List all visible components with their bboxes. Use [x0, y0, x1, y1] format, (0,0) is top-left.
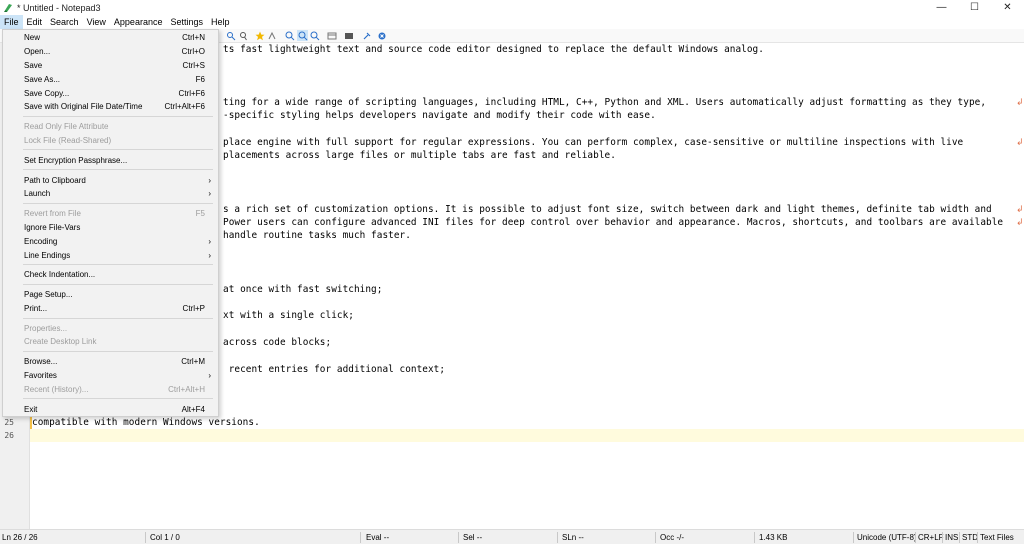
- notepad3-window: * Untitled - Notepad3 — ☐ ✕ File Edit Se…: [0, 0, 1024, 544]
- menu-item-path-to-clipboard[interactable]: Path to Clipboard ›: [3, 174, 218, 187]
- status-line-endings[interactable]: CR+LF: [918, 530, 944, 544]
- zoom-reset-icon[interactable]: [297, 30, 308, 41]
- menu-item-line-endings[interactable]: Line Endings ›: [3, 249, 218, 262]
- line-number: 26: [4, 431, 14, 440]
- status-bar: Ln 26 / 26 Col 1 / 0 Eval -- Sel -- SLn …: [0, 529, 1024, 544]
- text-line: across code blocks;: [223, 337, 332, 348]
- text-line: recent entries for additional context;: [223, 364, 446, 375]
- status-column[interactable]: Col 1 / 0: [150, 530, 180, 544]
- submenu-arrow-icon: ›: [208, 176, 211, 185]
- status-std[interactable]: STD: [962, 530, 978, 544]
- menu-item-encryption[interactable]: Set Encryption Passphrase...: [3, 154, 218, 167]
- goto-icon[interactable]: [237, 30, 248, 41]
- exit-icon[interactable]: [376, 30, 387, 41]
- line-number: 25: [4, 418, 14, 427]
- status-selection[interactable]: Sel --: [463, 530, 482, 544]
- zoom-in-icon[interactable]: [284, 30, 295, 41]
- menu-item-exit[interactable]: Exit Alt+F4: [3, 403, 218, 416]
- scheme-icon[interactable]: [326, 30, 337, 41]
- menu-item-read-only[interactable]: Read Only File Attribute: [3, 120, 218, 133]
- minimize-button[interactable]: —: [925, 0, 958, 15]
- menu-item-ignore-file-vars[interactable]: Ignore File-Vars: [3, 221, 218, 234]
- menu-separator: [23, 351, 213, 352]
- title-bar: * Untitled - Notepad3 — ☐ ✕: [0, 0, 1024, 15]
- menu-item-save-original-date[interactable]: Save with Original File Date/Time Ctrl+Al…: [3, 100, 218, 113]
- menu-separator: [23, 149, 213, 150]
- status-occurrences[interactable]: Occ -/-: [660, 530, 684, 544]
- text-line: Power users can configure advanced INI f…: [223, 217, 1004, 228]
- menu-item-desktop-link[interactable]: Create Desktop Link: [3, 335, 218, 348]
- menu-item-launch[interactable]: Launch ›: [3, 187, 218, 200]
- menu-item-save[interactable]: Save Ctrl+S: [3, 59, 218, 72]
- current-line-highlight: [30, 429, 1024, 443]
- menu-separator: [23, 169, 213, 170]
- menu-item-check-indentation[interactable]: Check Indentation...: [3, 268, 218, 281]
- wrap-indicator-icon: ↲: [1016, 204, 1024, 214]
- text-line: xt with a single click;: [223, 310, 354, 321]
- menu-separator: [23, 284, 213, 285]
- menu-separator: [23, 116, 213, 117]
- menu-edit[interactable]: Edit: [23, 15, 47, 29]
- menu-view[interactable]: View: [83, 15, 110, 29]
- menu-item-recent[interactable]: Recent (History)... Ctrl+Alt+H: [3, 383, 218, 396]
- menu-item-encoding[interactable]: Encoding ›: [3, 235, 218, 248]
- menu-item-open[interactable]: Open... Ctrl+O: [3, 45, 218, 58]
- menu-item-favorites[interactable]: Favorites ›: [3, 369, 218, 382]
- favorite-star-icon[interactable]: [254, 30, 265, 41]
- text-line: placements across large files or multipl…: [223, 150, 616, 161]
- replace-icon[interactable]: [225, 30, 236, 41]
- zoom-out-icon[interactable]: [309, 30, 320, 41]
- submenu-arrow-icon: ›: [208, 189, 211, 198]
- close-button[interactable]: ✕: [991, 0, 1024, 15]
- submenu-arrow-icon: ›: [208, 251, 211, 260]
- window-title: * Untitled - Notepad3: [17, 2, 101, 13]
- menu-separator: [23, 398, 213, 399]
- status-line[interactable]: Ln 26 / 26: [2, 530, 38, 544]
- wrap-indicator-icon: ↲: [1016, 217, 1024, 227]
- status-encoding[interactable]: Unicode (UTF-8): [857, 530, 917, 544]
- menu-search[interactable]: Search: [46, 15, 83, 29]
- menu-appearance[interactable]: Appearance: [110, 15, 167, 29]
- text-line: s a rich set of customization options. I…: [223, 204, 992, 215]
- file-menu-dropdown: New Ctrl+N Open... Ctrl+O Save Ctrl+S Save …: [2, 29, 219, 417]
- wrap-indicator-icon: ↲: [1016, 137, 1024, 147]
- pin-icon[interactable]: [361, 30, 372, 41]
- text-line: compatible with modern Windows versions.: [32, 417, 260, 428]
- menu-item-browse[interactable]: Browse... Ctrl+M: [3, 355, 218, 368]
- menu-item-page-setup[interactable]: Page Setup...: [3, 288, 218, 301]
- text-line: place engine with full support for regul…: [223, 137, 964, 148]
- submenu-arrow-icon: ›: [208, 371, 211, 380]
- wrap-indicator-icon: ↲: [1016, 97, 1024, 107]
- text-line: -specific styling helps developers navig…: [223, 110, 656, 121]
- status-selected-lines[interactable]: SLn --: [562, 530, 584, 544]
- status-file-type[interactable]: Text Files: [980, 530, 1014, 544]
- menu-item-lock-file[interactable]: Lock File (Read-Shared): [3, 134, 218, 147]
- maximize-button[interactable]: ☐: [958, 0, 991, 15]
- menu-item-properties[interactable]: Properties...: [3, 322, 218, 335]
- text-line: ting for a wide range of scripting langu…: [223, 97, 987, 108]
- menu-file[interactable]: File: [0, 15, 23, 29]
- menu-item-revert[interactable]: Revert from File F5: [3, 207, 218, 220]
- status-eval[interactable]: Eval --: [366, 530, 389, 544]
- menu-item-save-as[interactable]: Save As... F6: [3, 73, 218, 86]
- menu-settings[interactable]: Settings: [166, 15, 207, 29]
- menu-separator: [23, 203, 213, 204]
- notepad3-logo-icon: [4, 3, 12, 12]
- word-wrap-icon[interactable]: [266, 30, 277, 41]
- menu-separator: [23, 264, 213, 265]
- status-file-size: 1.43 KB: [759, 533, 788, 542]
- menu-separator: [23, 318, 213, 319]
- menu-item-print[interactable]: Print... Ctrl+P: [3, 302, 218, 315]
- text-line: at once with fast switching;: [223, 284, 383, 295]
- submenu-arrow-icon: ›: [208, 237, 211, 246]
- menu-item-save-copy[interactable]: Save Copy... Ctrl+F6: [3, 87, 218, 100]
- text-line: ts fast lightweight text and source code…: [223, 44, 764, 55]
- text-line: handle routine tasks much faster.: [223, 230, 411, 241]
- status-insert-mode[interactable]: INS: [945, 530, 958, 544]
- customize-icon[interactable]: [343, 30, 354, 41]
- menu-item-new[interactable]: New Ctrl+N: [3, 31, 218, 44]
- menu-bar: File Edit Search View Appearance Setting…: [0, 15, 1024, 29]
- menu-help[interactable]: Help: [207, 15, 234, 29]
